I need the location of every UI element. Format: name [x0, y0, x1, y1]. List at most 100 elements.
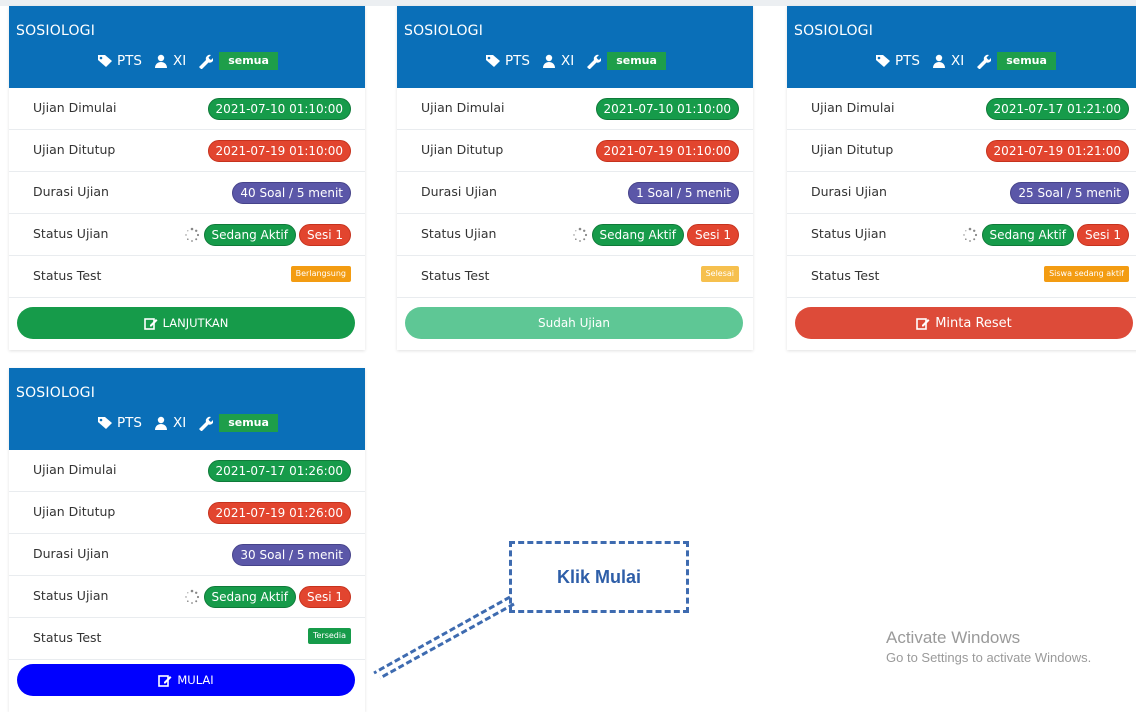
- button-area: Minta Reset: [787, 298, 1136, 350]
- card-header: SOSIOLOGI PTS XI semua: [9, 368, 365, 450]
- exam-status-value: Sedang Aktif: [981, 224, 1074, 246]
- class-label: XI: [950, 53, 965, 69]
- end-value: 2021-07-19 01:10:00: [207, 140, 351, 162]
- group-badge: semua: [997, 52, 1056, 70]
- wrench-icon: [196, 53, 214, 69]
- tag-icon: [874, 53, 892, 69]
- test-status-value: Siswa sedang aktif: [1044, 266, 1129, 282]
- end-label: Ujian Ditutup: [421, 142, 504, 157]
- done-button[interactable]: Sudah Ujian: [405, 307, 743, 339]
- user-icon: [152, 415, 170, 431]
- card-meta: PTS XI semua: [96, 413, 278, 433]
- start-button-label: MULAI: [177, 673, 214, 687]
- card-title: SOSIOLOGI: [16, 23, 96, 39]
- start-label: Ujian Dimulai: [33, 100, 117, 115]
- tag-icon: [96, 415, 114, 431]
- exam-status-label: Status Ujian: [33, 226, 109, 241]
- watermark-subtitle: Go to Settings to activate Windows.: [886, 650, 1092, 665]
- row-test-status: Status Test Tersedia: [9, 618, 365, 660]
- card-header: SOSIOLOGI PTS XI semua: [9, 6, 365, 88]
- done-button-label: Sudah Ujian: [537, 316, 611, 330]
- continue-button[interactable]: LANJUTKAN: [17, 307, 355, 339]
- duration-label: Durasi Ujian: [811, 184, 887, 199]
- start-value: 2021-07-10 01:10:00: [207, 98, 351, 120]
- row-start: Ujian Dimulai 2021-07-17 01:21:00: [787, 88, 1136, 130]
- test-status-value: Berlangsung: [290, 266, 351, 282]
- card-header: SOSIOLOGI PTS XI semua: [397, 6, 753, 88]
- continue-button-label: LANJUTKAN: [162, 316, 229, 330]
- session-badge: Sesi 1: [686, 224, 739, 246]
- row-start: Ujian Dimulai 2021-07-10 01:10:00: [9, 88, 365, 130]
- duration-value: 25 Soal / 5 menit: [1010, 182, 1129, 204]
- group-badge: semua: [219, 52, 278, 70]
- button-area: Sudah Ujian: [397, 298, 753, 350]
- exam-card-1: SOSIOLOGI PTS XI semua Ujian Dimulai 202…: [9, 6, 365, 350]
- tag-icon: [96, 53, 114, 69]
- row-test-status: Status Test Siswa sedang aktif: [787, 256, 1136, 298]
- start-label: Ujian Dimulai: [33, 462, 117, 477]
- start-button[interactable]: MULAI: [17, 664, 355, 696]
- user-icon: [930, 53, 948, 69]
- exam-card-3: SOSIOLOGI PTS XI semua Ujian Dimulai 202…: [787, 6, 1136, 350]
- exam-type: PTS: [505, 53, 530, 69]
- row-start: Ujian Dimulai 2021-07-10 01:10:00: [397, 88, 753, 130]
- duration-value: 30 Soal / 5 menit: [232, 544, 351, 566]
- exam-type: PTS: [117, 415, 142, 431]
- duration-label: Durasi Ujian: [421, 184, 497, 199]
- spinner-icon: [572, 227, 588, 243]
- row-test-status: Status Test Selesai: [397, 256, 753, 298]
- test-status-label: Status Test: [33, 268, 102, 283]
- end-value: 2021-07-19 01:10:00: [595, 140, 739, 162]
- spinner-icon: [962, 227, 978, 243]
- class-label: XI: [172, 415, 187, 431]
- duration-label: Durasi Ujian: [33, 184, 109, 199]
- request-reset-button[interactable]: Minta Reset: [795, 307, 1133, 339]
- test-status-label: Status Test: [421, 268, 490, 283]
- wrench-icon: [974, 53, 992, 69]
- row-duration: Durasi Ujian 40 Soal / 5 menit: [9, 172, 365, 214]
- edit-icon: [143, 316, 158, 330]
- row-exam-status: Status Ujian Sedang Aktif Sesi 1: [9, 576, 365, 618]
- start-value: 2021-07-17 01:21:00: [985, 98, 1129, 120]
- exam-status-value: Sedang Aktif: [203, 224, 296, 246]
- button-area: LANJUTKAN: [9, 298, 365, 350]
- exam-status-label: Status Ujian: [33, 588, 109, 603]
- group-badge: semua: [607, 52, 666, 70]
- row-exam-status: Status Ujian Sedang Aktif Sesi 1: [787, 214, 1136, 256]
- card-title: SOSIOLOGI: [16, 385, 96, 401]
- session-badge: Sesi 1: [298, 586, 351, 608]
- exam-status-label: Status Ujian: [811, 226, 887, 241]
- callout-text: Klik Mulai: [556, 566, 641, 587]
- end-label: Ujian Ditutup: [33, 504, 116, 519]
- callout-box: Klik Mulai: [509, 541, 689, 613]
- session-badge: Sesi 1: [1076, 224, 1129, 246]
- card-header: SOSIOLOGI PTS XI semua: [787, 6, 1136, 88]
- row-test-status: Status Test Berlangsung: [9, 256, 365, 298]
- user-icon: [152, 53, 170, 69]
- edit-icon: [158, 673, 172, 687]
- watermark-title: Activate Windows: [886, 628, 1021, 647]
- request-reset-button-label: Minta Reset: [935, 315, 1012, 331]
- end-value: 2021-07-19 01:26:00: [207, 502, 351, 524]
- row-exam-status: Status Ujian Sedang Aktif Sesi 1: [397, 214, 753, 256]
- tag-icon: [484, 53, 502, 69]
- spinner-icon: [184, 589, 200, 605]
- exam-status-value: Sedang Aktif: [591, 224, 684, 246]
- windows-watermark: Activate Windows Go to Settings to activ…: [886, 628, 1091, 665]
- row-exam-status: Status Ujian Sedang Aktif Sesi 1: [9, 214, 365, 256]
- end-label: Ujian Ditutup: [811, 142, 894, 157]
- class-label: XI: [172, 53, 187, 69]
- wrench-icon: [584, 53, 602, 69]
- card-meta: PTS XI semua: [96, 51, 278, 71]
- wrench-icon: [196, 415, 214, 431]
- start-label: Ujian Dimulai: [811, 100, 895, 115]
- session-badge: Sesi 1: [298, 224, 351, 246]
- class-label: XI: [560, 53, 575, 69]
- exam-card-2: SOSIOLOGI PTS XI semua Ujian Dimulai 202…: [397, 6, 753, 350]
- card-meta: PTS XI semua: [484, 51, 666, 71]
- test-status-value: Tersedia: [307, 628, 351, 644]
- card-meta: PTS XI semua: [874, 51, 1056, 71]
- end-label: Ujian Ditutup: [33, 142, 116, 157]
- duration-value: 1 Soal / 5 menit: [628, 182, 739, 204]
- row-end: Ujian Ditutup 2021-07-19 01:10:00: [9, 130, 365, 172]
